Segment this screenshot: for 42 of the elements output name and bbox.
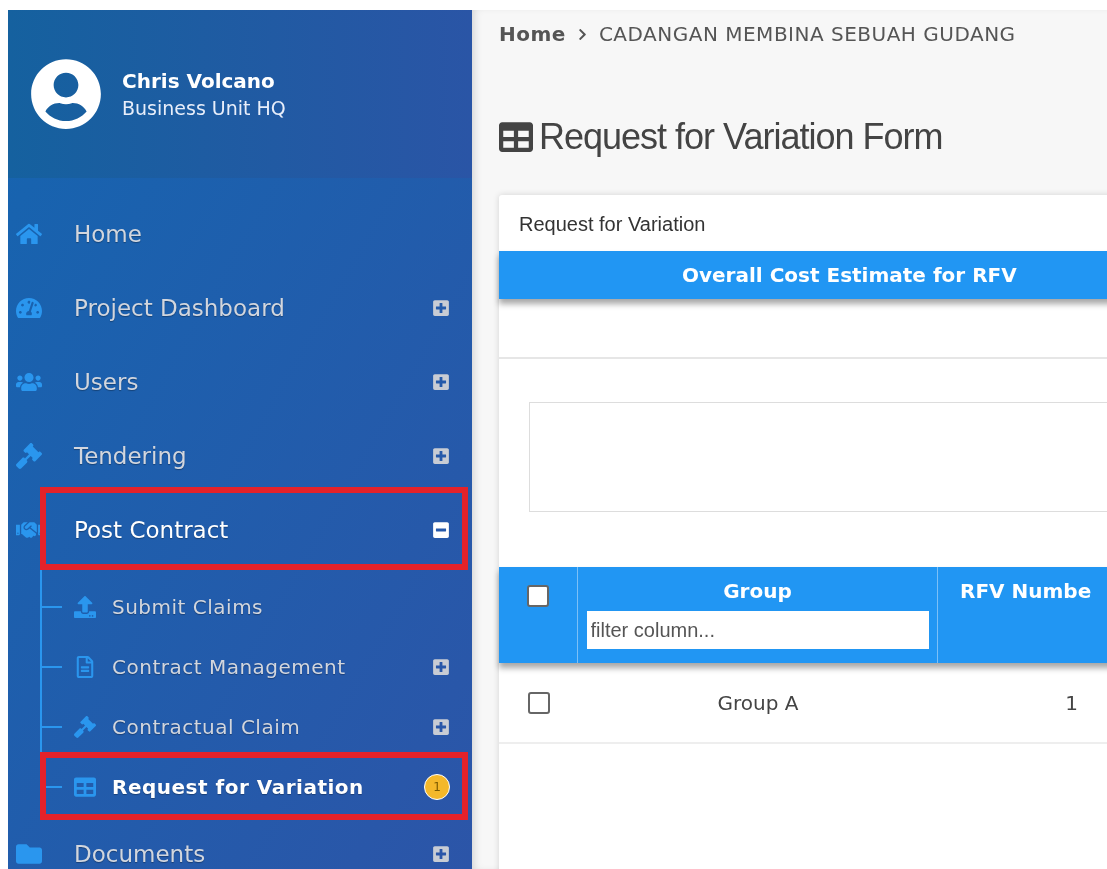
column-header[interactable]: Group bbox=[723, 579, 792, 603]
column-header[interactable]: RFV Numbe bbox=[960, 579, 1092, 603]
submenu-item[interactable]: Submit Claims bbox=[112, 595, 450, 619]
card-title: Request for Variation bbox=[518, 212, 707, 237]
filter-field[interactable]: filter column... bbox=[586, 611, 929, 649]
submenu-item[interactable]: Contractual Claim bbox=[112, 715, 432, 739]
nav-item[interactable]: Users bbox=[74, 369, 432, 395]
checkbox[interactable] bbox=[527, 691, 550, 714]
checkbox[interactable] bbox=[527, 585, 549, 607]
submenu-item[interactable]: Request for Variation bbox=[112, 775, 424, 799]
avatar-icon bbox=[30, 58, 102, 130]
count-badge: 1 bbox=[424, 774, 450, 800]
home-icon bbox=[16, 221, 42, 247]
table-cell: 1 bbox=[1065, 690, 1078, 715]
breadcrumb-link[interactable]: Home bbox=[499, 22, 566, 46]
expand-icon[interactable] bbox=[432, 658, 450, 676]
table-icon bbox=[499, 120, 533, 154]
nav-item[interactable]: Post Contract bbox=[74, 517, 432, 543]
document-icon bbox=[74, 656, 96, 678]
expand-icon[interactable] bbox=[432, 718, 450, 736]
gavel-icon bbox=[16, 443, 42, 469]
business-unit: Business Unit HQ bbox=[122, 97, 286, 119]
gauge-icon bbox=[16, 295, 42, 321]
expand-icon[interactable] bbox=[432, 373, 450, 391]
table-icon bbox=[74, 776, 96, 798]
expand-icon[interactable] bbox=[432, 845, 450, 863]
breadcrumb-link[interactable]: CADANGAN MEMBINA SEBUAH GUDANG bbox=[598, 22, 1016, 46]
nav-item[interactable]: Home bbox=[74, 221, 450, 247]
table-cell: Group A bbox=[717, 690, 799, 715]
upload-icon bbox=[74, 596, 96, 618]
nav-item[interactable]: Tendering bbox=[74, 443, 432, 469]
gavel-icon bbox=[74, 716, 96, 738]
section-header: Overall Cost Estimate for RFV bbox=[499, 251, 1107, 299]
nav-item[interactable]: Project Dashboard bbox=[74, 295, 432, 321]
expand-icon[interactable] bbox=[432, 447, 450, 465]
user-name: Chris Volcano bbox=[122, 69, 276, 93]
folder-icon bbox=[16, 841, 42, 867]
nav-item[interactable]: Documents bbox=[74, 841, 432, 867]
submenu-item[interactable]: Contract Management bbox=[112, 655, 432, 679]
collapse-icon[interactable] bbox=[432, 521, 450, 539]
expand-icon[interactable] bbox=[432, 299, 450, 317]
page-title: Request for Variation Form bbox=[539, 116, 943, 158]
